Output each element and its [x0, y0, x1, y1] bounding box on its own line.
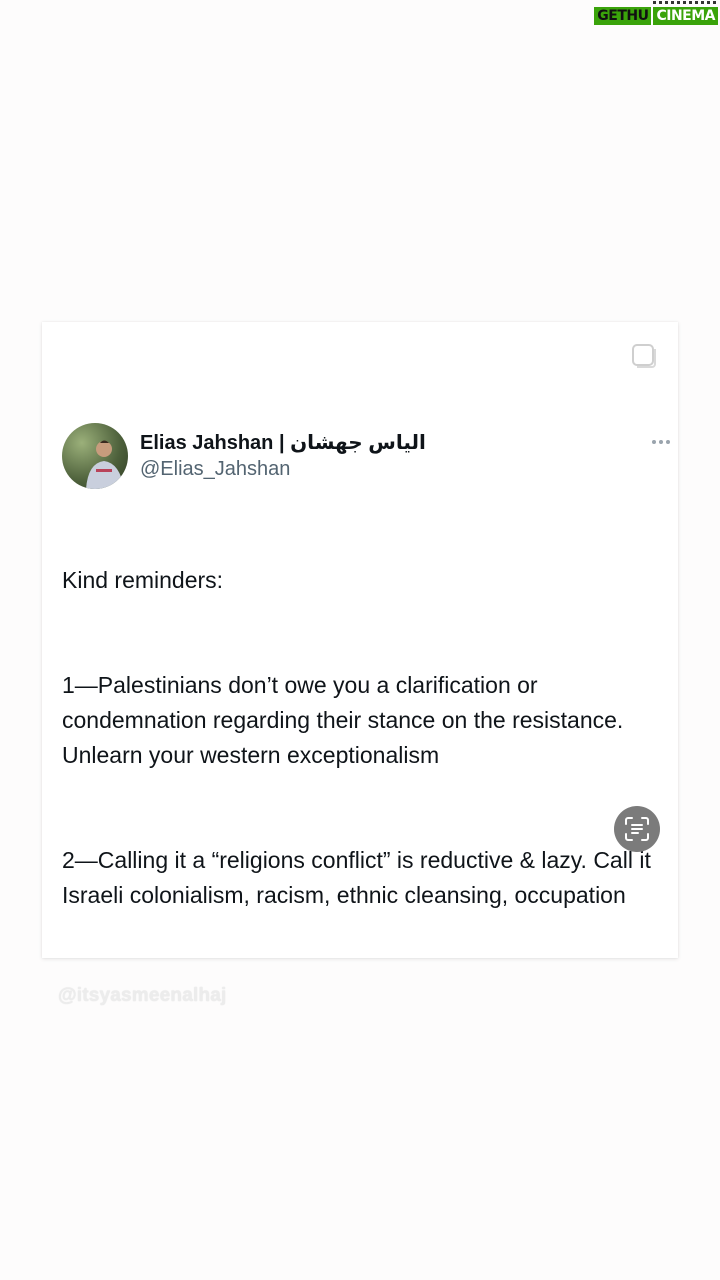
logo-part-1: GETHU [594, 7, 652, 25]
more-options-icon[interactable] [652, 440, 670, 444]
author-handle[interactable]: @Elias_Jahshan [140, 458, 290, 481]
watermark: @itsyasmeenalhaj [58, 985, 227, 1006]
text-scan-icon [625, 817, 649, 841]
logo-part-2: CINEMA [651, 1, 718, 25]
tweet-paragraph: 2—Calling it a “religions conflict” is r… [62, 847, 651, 908]
tweet-card: Elias Jahshan | الياس جهشان @Elias_Jahsh… [42, 322, 678, 958]
gethu-cinema-logo: GETHU CINEMA [594, 1, 718, 26]
text-scan-button[interactable] [614, 806, 660, 852]
tweet-paragraph: Kind reminders: [62, 567, 224, 593]
author-name[interactable]: Elias Jahshan | الياس جهشان [140, 430, 426, 455]
avatar[interactable] [62, 423, 128, 489]
tweet-text: Kind reminders: 1—Palestinians don’t owe… [62, 528, 652, 983]
avatar-person-icon [86, 440, 124, 489]
copy-icon[interactable] [630, 342, 658, 370]
tweet-paragraph: 1—Palestinians don’t owe you a clarifica… [62, 672, 624, 768]
